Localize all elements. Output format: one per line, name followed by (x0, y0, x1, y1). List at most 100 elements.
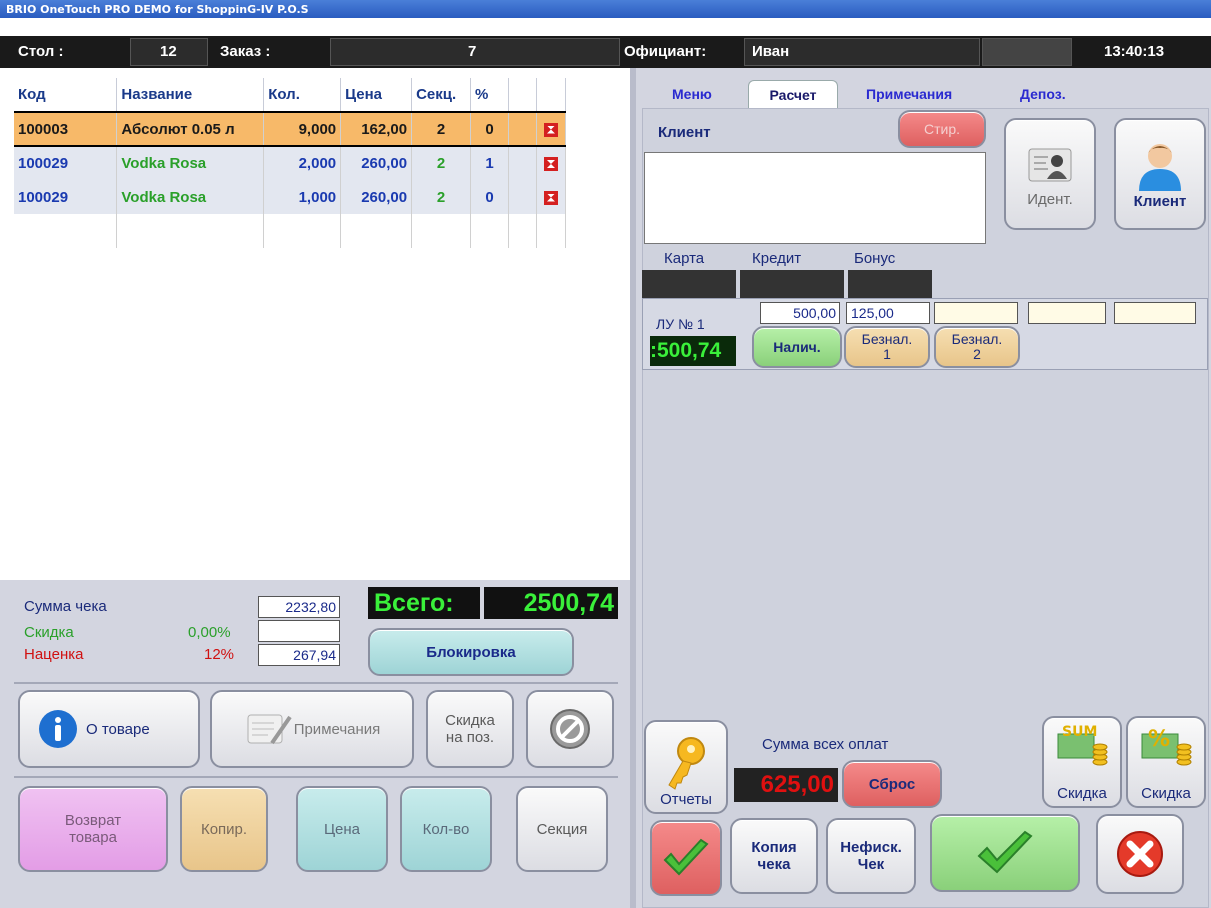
col-price: Цена (340, 78, 413, 112)
svg-text:SUM: SUM (1062, 724, 1097, 740)
row-qty: 1,000 (263, 180, 342, 214)
confirm-payment-button[interactable] (930, 814, 1080, 892)
delete-icon[interactable] (543, 122, 558, 137)
row-pct: 0 (470, 111, 509, 147)
discount-pct-button[interactable]: % Скидка (1126, 716, 1206, 808)
item-discount-button[interactable]: Скидка на поз. (426, 690, 514, 768)
key-icon (668, 737, 705, 790)
delete-icon[interactable] (543, 157, 558, 172)
cashless1-line2: 1 (883, 346, 891, 362)
cash-amount[interactable]: 500,00 (760, 302, 840, 324)
row-delete[interactable] (536, 111, 567, 147)
row-section: 2 (411, 180, 472, 214)
credit-field (740, 270, 844, 298)
bonus-label: Бонус (854, 250, 896, 267)
cashless1-button[interactable]: Безнал. 1 (844, 326, 930, 368)
reset-button[interactable]: Сброс (842, 760, 942, 808)
row-qty: 2,000 (263, 146, 342, 180)
payment-field-5[interactable] (1114, 302, 1196, 324)
row-delete[interactable] (536, 180, 567, 214)
notes-label: Примечания (293, 720, 381, 738)
copy-button[interactable]: Копир. (180, 786, 268, 872)
cancel-disabled-button[interactable] (526, 690, 614, 768)
lock-button[interactable]: Блокировка (368, 628, 574, 676)
payment-field-4[interactable] (1028, 302, 1106, 324)
quantity-button[interactable]: Кол-во (400, 786, 492, 872)
col-name: Название (116, 78, 265, 112)
row-delete[interactable] (536, 146, 567, 180)
table-label: Стол : (18, 43, 64, 60)
sum-discount-icon: SUM (1057, 724, 1108, 766)
return-line2: товара (69, 829, 117, 846)
return-item-button[interactable]: Возврат товара (18, 786, 168, 872)
identify-label: Идент. (1027, 190, 1073, 208)
notes-button[interactable]: Примечания (210, 690, 414, 768)
checkmark-icon (977, 830, 1033, 874)
row-blank (508, 146, 537, 180)
client-label: Клиент (658, 124, 711, 141)
receipt-copy-line1: Копия (751, 839, 797, 856)
about-item-button[interactable]: О товаре (18, 690, 200, 768)
order-table: Код Название Кол. Цена Секц. % 100003 Аб… (14, 78, 567, 248)
discount-label: Скидка (24, 624, 74, 641)
receipt-copy-button[interactable]: Копия чека (730, 818, 818, 894)
cancel-button[interactable] (1096, 814, 1184, 894)
table-row[interactable]: 100003 Абсолют 0.05 л 9,000 162,00 2 0 (14, 111, 567, 147)
table-number: 12 (160, 43, 177, 60)
col-blank (508, 78, 537, 112)
cashless2-line2: 2 (973, 346, 981, 362)
row-code: 100003 (14, 111, 118, 147)
col-code: Код (14, 78, 118, 112)
cashless2-button[interactable]: Безнал. 2 (934, 326, 1020, 368)
info-icon (39, 710, 77, 748)
cashless1-line1: Безнал. (861, 331, 913, 347)
total-value: 2500,74 (484, 587, 618, 619)
tab-notes[interactable]: Примечания (866, 80, 952, 108)
tab-payment[interactable]: Расчет (748, 80, 838, 108)
table-row[interactable]: 100029 Vodka Rosa 1,000 260,00 2 0 (14, 180, 567, 214)
row-price: 260,00 (340, 146, 413, 180)
row-name: Vodka Rosa (116, 146, 265, 180)
markup-label: Наценка (24, 646, 84, 663)
window-title: BRIO OneTouch PRO DEMO for ShoppinG-IV P… (0, 0, 1211, 18)
identify-button[interactable]: Идент. (1004, 118, 1096, 230)
nonfiscal-receipt-button[interactable]: Нефиск. Чек (826, 818, 916, 894)
cashless2-amount[interactable] (934, 302, 1018, 324)
row-name: Абсолют 0.05 л (116, 111, 265, 147)
row-name: Vodka Rosa (116, 180, 265, 214)
price-button[interactable]: Цена (296, 786, 388, 872)
cashless2-line1: Безнал. (951, 331, 1003, 347)
discount-sum-button[interactable]: SUM Скидка (1042, 716, 1122, 808)
tab-menu[interactable]: Меню (672, 80, 712, 108)
blocked-icon (550, 709, 590, 749)
user-icon (1139, 143, 1181, 191)
table-row[interactable]: 100029 Vodka Rosa 2,000 260,00 2 1 (14, 146, 567, 180)
row-section: 2 (411, 146, 472, 180)
close-icon (1117, 831, 1163, 877)
section-button[interactable]: Секция (516, 786, 608, 872)
discount-value (258, 620, 340, 642)
cash-button[interactable]: Налич. (752, 326, 842, 368)
item-discount-line2: на поз. (445, 729, 495, 746)
row-price: 162,00 (340, 111, 413, 147)
tab-deposit[interactable]: Депоз. (1020, 80, 1066, 108)
divider (14, 776, 618, 778)
reports-button[interactable]: Отчеты (644, 720, 728, 814)
row-pct: 1 (470, 146, 509, 180)
erase-button[interactable]: Стир. (898, 110, 986, 148)
total-label: Всего: (368, 587, 480, 619)
id-card-icon (1028, 148, 1072, 181)
order-number: 7 (468, 43, 477, 60)
confirm-small-button[interactable] (650, 820, 722, 896)
bonus-field (848, 270, 932, 298)
all-payments-label: Сумма всех оплат (762, 736, 889, 753)
col-section: Секц. (411, 78, 472, 112)
markup-pct: 12% (204, 646, 235, 663)
about-item-label: О товаре (86, 720, 150, 738)
client-info-field[interactable] (644, 152, 986, 244)
delete-icon[interactable] (543, 190, 558, 205)
divider (14, 682, 618, 684)
checkmark-icon (663, 838, 709, 876)
cashless1-amount[interactable]: 125,00 (846, 302, 930, 324)
client-button[interactable]: Клиент (1114, 118, 1206, 230)
